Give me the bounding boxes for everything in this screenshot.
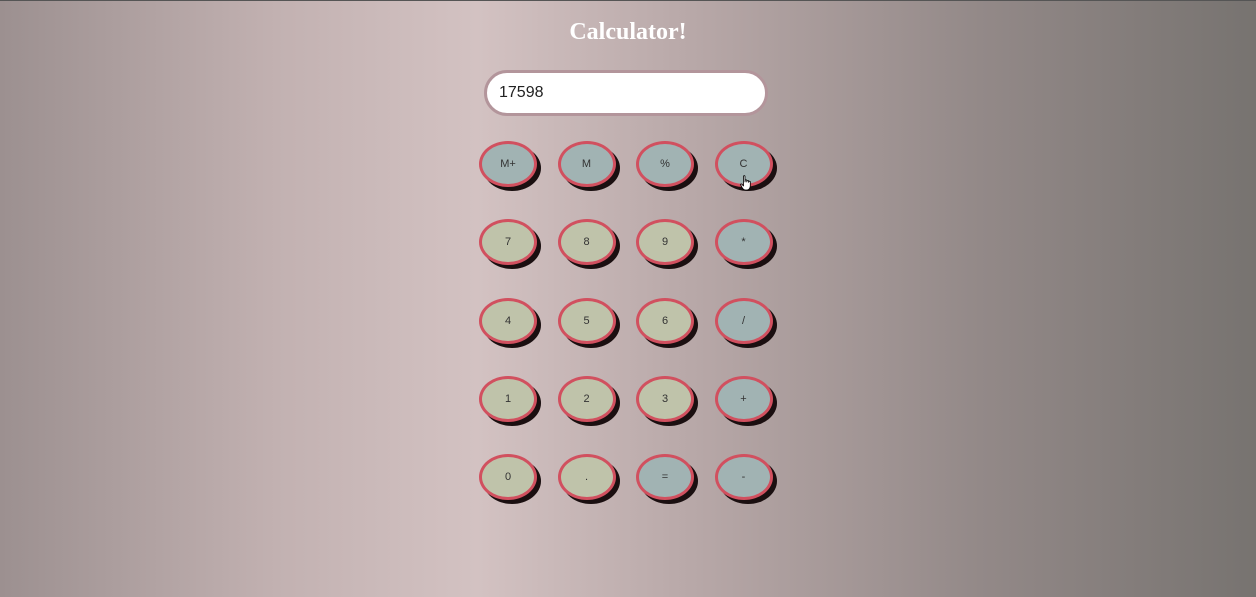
subtract-button[interactable]: - [714, 454, 773, 501]
divide-button[interactable]: / [714, 297, 773, 344]
digit-5-button[interactable]: 5 [557, 297, 616, 344]
memory-recall-button[interactable]: M [557, 141, 616, 187]
digit-3-button[interactable]: 3 [636, 375, 694, 422]
page-title: Calculator! [569, 19, 687, 45]
calculator-display[interactable] [484, 70, 768, 116]
digit-8-button[interactable]: 8 [557, 219, 616, 266]
keypad: M+ M % C 7 8 9 * 4 5 6 / 1 2 3 + 0 . = - [479, 141, 779, 511]
decimal-button[interactable]: . [557, 454, 616, 501]
equals-button[interactable]: = [636, 454, 694, 501]
digit-0-button[interactable]: 0 [479, 454, 537, 501]
percent-button[interactable]: % [636, 141, 694, 187]
digit-9-button[interactable]: 9 [636, 219, 694, 266]
digit-7-button[interactable]: 7 [479, 219, 537, 266]
clear-button[interactable]: C [714, 141, 773, 187]
digit-6-button[interactable]: 6 [636, 297, 694, 344]
add-button[interactable]: + [714, 375, 773, 422]
digit-2-button[interactable]: 2 [557, 375, 616, 422]
digit-4-button[interactable]: 4 [479, 297, 537, 344]
memory-add-button[interactable]: M+ [479, 141, 537, 187]
digit-1-button[interactable]: 1 [479, 375, 537, 422]
multiply-button[interactable]: * [714, 219, 773, 266]
